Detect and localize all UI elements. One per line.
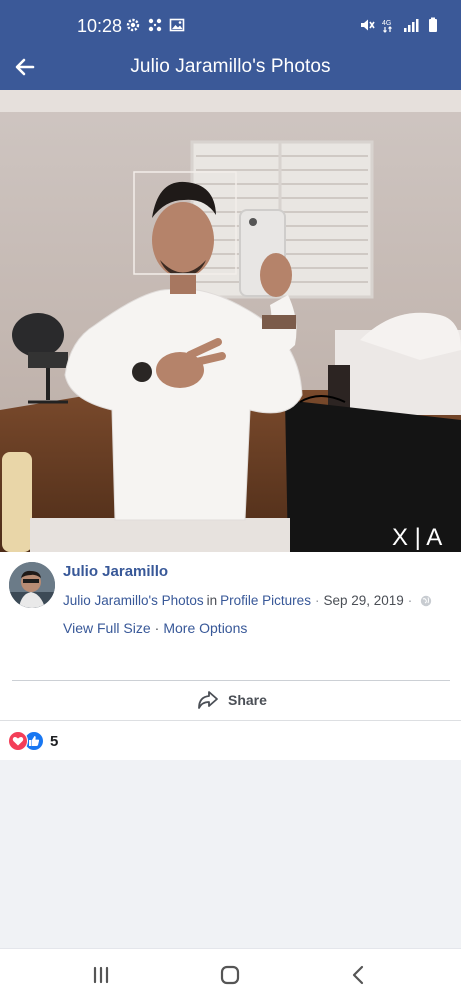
album-owner-link[interactable]: Julio Jaramillo's Photos	[63, 593, 204, 608]
divider	[12, 680, 450, 681]
system-nav-bar	[0, 948, 461, 1000]
share-label: Share	[228, 692, 267, 708]
svg-text:4G: 4G	[382, 20, 391, 27]
globe-icon	[421, 595, 432, 606]
photo-actions: View Full Size · More Options	[63, 620, 247, 636]
home-icon[interactable]	[216, 961, 244, 989]
status-icons-right: 4G	[359, 17, 441, 33]
divider	[0, 720, 461, 721]
photo-image: X | A	[0, 90, 461, 552]
status-bar: 10:28 4G	[0, 0, 461, 44]
data-icon: 4G	[382, 20, 392, 33]
app-bar: Julio Jaramillo's Photos	[0, 44, 461, 90]
back-icon[interactable]	[345, 961, 373, 989]
page-title: Julio Jaramillo's Photos	[130, 56, 331, 77]
signal-icon	[404, 19, 419, 32]
status-time: 10:28	[77, 16, 123, 36]
profile-photo[interactable]: X | A	[0, 90, 461, 552]
separator: ·	[154, 620, 160, 636]
share-arrow-icon	[198, 691, 218, 709]
avatar[interactable]	[9, 562, 55, 608]
in-text: in	[206, 593, 218, 608]
author-name[interactable]: Julio Jaramillo	[63, 563, 168, 580]
battery-icon	[429, 17, 437, 32]
share-button[interactable]: Share	[196, 688, 267, 712]
reaction-count: 5	[50, 732, 59, 750]
love-reaction-icon	[8, 731, 28, 751]
post-date: Sep 29, 2019	[323, 593, 404, 608]
post-card: Julio Jaramillo Julio Jaramillo's Photos…	[0, 552, 461, 760]
album-name-link[interactable]: Profile Pictures	[220, 593, 311, 608]
separator: ·	[314, 593, 320, 608]
mute-icon	[361, 19, 375, 31]
photo-watermark: X | A	[392, 524, 442, 551]
separator: ·	[407, 593, 413, 608]
view-full-size-link[interactable]: View Full Size	[63, 620, 151, 636]
status-icons-left	[125, 17, 185, 33]
more-options-link[interactable]: More Options	[163, 620, 247, 636]
gear-icon	[126, 18, 140, 32]
post-meta: Julio Jaramillo's Photos in Profile Pict…	[63, 593, 432, 608]
image-icon	[169, 18, 185, 32]
dots-grid-icon	[148, 18, 162, 32]
reactions-summary[interactable]: 5	[8, 731, 58, 751]
recent-apps-icon[interactable]	[87, 961, 115, 989]
